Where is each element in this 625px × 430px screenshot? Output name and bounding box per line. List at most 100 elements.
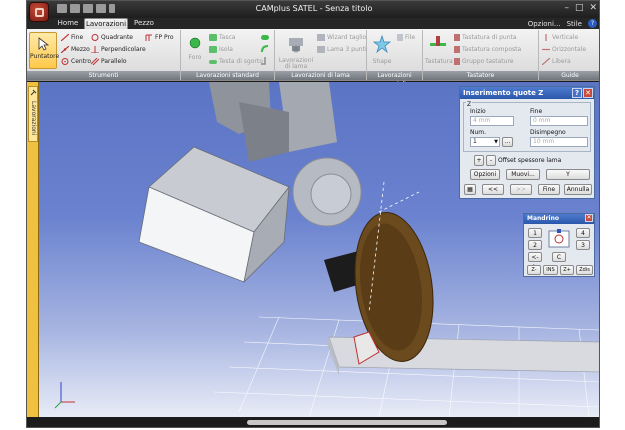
spindle-orientation-icon [548, 229, 570, 248]
snap-centro-button[interactable]: Centro [61, 58, 91, 65]
snap-perpendicolare-button[interactable]: Perpendicolare [91, 46, 146, 53]
star-shape-icon [372, 34, 392, 54]
shape-button[interactable]: Shape [369, 34, 395, 65]
dialog-help-button[interactable]: ? [572, 88, 582, 98]
guida-libera-label: Libera [552, 58, 571, 65]
arc-tool-icon[interactable] [261, 45, 269, 53]
mandrino-z-plus-button[interactable]: Z+ [560, 265, 574, 275]
testa-di-sgorto-button[interactable]: Testa di sgorto [209, 58, 263, 65]
wizard-cut-icon [317, 34, 325, 41]
mandrino-titlebar[interactable]: Mandrino ✕ [524, 214, 594, 224]
mandrino-c-button[interactable]: C [552, 252, 566, 262]
next-button[interactable]: >> [510, 184, 532, 195]
muovi-button[interactable]: Muovi... [506, 169, 540, 180]
status-bar [27, 417, 599, 427]
3d-viewport[interactable]: Inserimento quote Z ? ✕ Z Inizio 4 mm Fi… [39, 82, 599, 417]
annulla-button[interactable]: Annulla [564, 184, 592, 195]
offset-label: Offset spessore lama [498, 157, 562, 164]
horizontal-scrollbar[interactable] [247, 420, 447, 425]
snap-parallelo-button[interactable]: Parallelo [91, 58, 127, 65]
calculator-icon[interactable]: ▦ [464, 184, 476, 195]
num-label: Num. [470, 129, 487, 136]
mandrino-swap-button[interactable]: <-> [528, 252, 542, 270]
guida-libera-button[interactable]: Libera [542, 58, 571, 65]
side-tab-lavorazioni[interactable]: Lavorazioni [28, 86, 38, 142]
fine-field[interactable]: 0 mm [530, 116, 588, 126]
lavorazioni-di-lama-button[interactable]: Lavorazioni di lama [277, 34, 315, 70]
tab-home[interactable]: Home [55, 18, 81, 29]
file-label: File [405, 34, 416, 41]
guida-orizzontale-button[interactable]: Orizzontale [542, 46, 586, 53]
ribbon: Puntatore Fine Quadrante FP Pro Mezzo Pe… [27, 29, 599, 88]
tastatura-composta-button[interactable]: Tastatura composta [454, 46, 521, 53]
pocket-icon [209, 34, 217, 41]
mandrino-title: Mandrino [527, 215, 559, 222]
num-browse-button[interactable]: ... [502, 137, 513, 147]
tab-lavorazioni[interactable]: Lavorazioni [84, 18, 128, 29]
ribbon-tabs: Home Lavorazioni Pezzo Opzioni... Stile … [27, 18, 599, 29]
wizard-taglio-label: Wizard taglio [327, 34, 367, 41]
mandrino-zdis-button[interactable]: Zdis [576, 265, 593, 275]
snap-perpendicolare-label: Perpendicolare [101, 46, 146, 53]
foro-button[interactable]: Foro [185, 36, 205, 61]
maximize-button[interactable]: □ [575, 3, 584, 13]
help-icon[interactable]: ? [588, 19, 597, 28]
quadrant-icon [91, 34, 99, 41]
mandrino-z-minus-button[interactable]: Z- [527, 265, 541, 275]
snap-mezzo-label: Mezzo [71, 46, 90, 53]
dialog-close-button[interactable]: ✕ [583, 88, 593, 98]
style-menu[interactable]: Stile [567, 20, 582, 28]
lama-3-punti-button[interactable]: Lama 3 punti [317, 46, 367, 53]
mandrino-ins-button[interactable]: INS [543, 265, 558, 275]
offset-minus-button[interactable]: - [486, 155, 496, 166]
testa-di-sgorto-label: Testa di sgorto [219, 58, 263, 65]
tastatura-button[interactable]: Tastatura [425, 34, 453, 65]
shape-label: Shape [372, 58, 392, 65]
group-label-standard: Lavorazioni standard [181, 71, 274, 80]
pointer-icon [38, 37, 50, 51]
probe-group-icon [454, 58, 460, 65]
inizio-label: Inizio [470, 108, 486, 115]
minimize-button[interactable]: – [564, 3, 569, 13]
mandrino-button-1[interactable]: 1 [528, 228, 542, 238]
mandrino-button-3[interactable]: 3 [576, 240, 590, 250]
inizio-field[interactable]: 4 mm [470, 116, 514, 126]
wizard-taglio-button[interactable]: Wizard taglio [317, 34, 366, 41]
offset-plus-button[interactable]: + [474, 155, 484, 166]
parallel-icon [91, 58, 99, 65]
options-menu[interactable]: Opzioni... [528, 20, 561, 28]
gruppo-tastature-button[interactable]: Gruppo tastature [454, 58, 513, 65]
tastatura-di-punta-button[interactable]: Tastatura di punta [454, 34, 517, 41]
fine-button[interactable]: Fine [538, 184, 560, 195]
pointer-button[interactable]: Puntatore [29, 32, 59, 69]
line-end-icon [61, 34, 69, 41]
disimpegno-field[interactable]: 10 mm [530, 137, 588, 147]
mandrino-button-2[interactable]: 2 [528, 240, 542, 250]
y-button[interactable]: Y [546, 169, 590, 180]
compound-probe-icon [454, 46, 460, 53]
snap-fppro-button[interactable]: FP Pro [145, 34, 174, 41]
dialog-z-titlebar[interactable]: Inserimento quote Z ? ✕ [460, 87, 594, 99]
isola-button[interactable]: Isola [209, 46, 233, 53]
slot-icon[interactable] [261, 35, 269, 40]
perpendicular-icon [91, 46, 99, 53]
opzioni-button[interactable]: Opzioni [470, 169, 500, 180]
snap-mezzo-button[interactable]: Mezzo [61, 46, 90, 53]
close-button[interactable]: ✕ [589, 3, 597, 13]
guide-line-diagonal [378, 191, 420, 213]
probe-icon [430, 36, 446, 46]
file-button[interactable]: File [397, 34, 415, 41]
tasca-button[interactable]: Tasca [209, 34, 235, 41]
num-select[interactable]: 1 ▼ [470, 137, 500, 147]
mandrino-close-button[interactable]: ✕ [585, 214, 593, 222]
side-panel-strip: Lavorazioni [27, 82, 39, 420]
previous-button[interactable]: << [482, 184, 504, 195]
fp-pro-icon [145, 34, 152, 41]
tab-pezzo[interactable]: Pezzo [131, 18, 157, 29]
guida-verticale-button[interactable]: Verticale [542, 34, 578, 41]
application-menu-button[interactable] [29, 2, 49, 22]
corner-tool-icon[interactable] [261, 57, 269, 65]
snap-quadrante-button[interactable]: Quadrante [91, 34, 133, 41]
snap-fine-button[interactable]: Fine [61, 34, 83, 41]
mandrino-button-4[interactable]: 4 [576, 228, 590, 238]
